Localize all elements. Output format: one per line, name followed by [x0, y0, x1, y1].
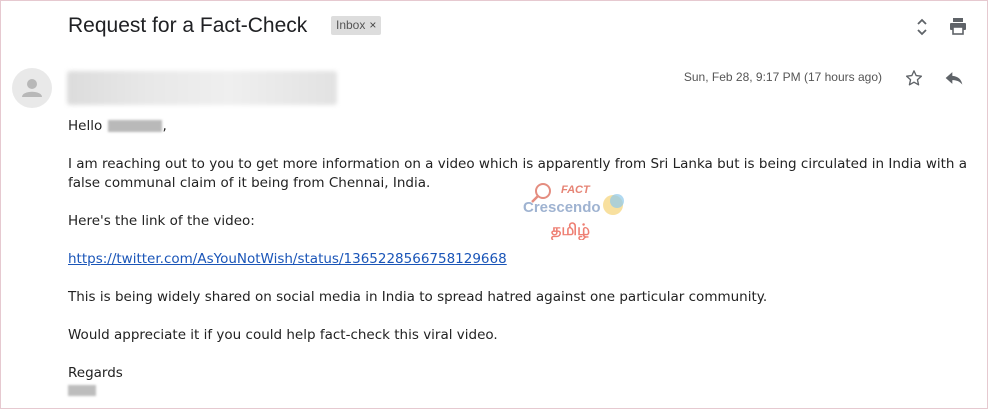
signoff: Regards — [68, 365, 123, 381]
message-date: Sun, Feb 28, 9:17 PM (17 hours ago) — [683, 70, 882, 84]
redacted-recipient-name — [107, 120, 162, 132]
label-chip-text: Inbox — [336, 18, 366, 32]
body-paragraph: This is being widely shared on social me… — [68, 289, 768, 305]
greeting-text: Hello — [68, 118, 103, 134]
unfold-icon[interactable] — [912, 15, 932, 39]
message-body: Hello , I am reaching out to you to get … — [68, 117, 983, 402]
sender-name-redacted — [67, 71, 337, 105]
print-icon[interactable] — [947, 15, 969, 37]
remove-label-button[interactable]: × — [369, 18, 376, 32]
email-subject: Request for a Fact-Check — [68, 14, 308, 37]
body-paragraph: Here's the link of the video: — [68, 213, 255, 229]
body-paragraph: Would appreciate it if you could help fa… — [68, 327, 498, 343]
email-view: Request for a Fact-Check Inbox × Sun, Feb… — [0, 0, 988, 409]
redacted-signature — [68, 385, 96, 396]
body-paragraph: I am reaching out to you to get more inf… — [68, 156, 968, 191]
label-chip-inbox[interactable]: Inbox × — [331, 16, 382, 35]
sender-avatar[interactable] — [12, 68, 52, 108]
greeting-comma: , — [162, 118, 167, 134]
star-icon[interactable] — [903, 67, 925, 89]
video-link[interactable]: https://twitter.com/AsYouNotWish/status/… — [68, 251, 507, 267]
person-icon — [22, 79, 42, 97]
greeting-line: Hello , — [68, 117, 983, 136]
reply-icon[interactable] — [942, 67, 966, 89]
